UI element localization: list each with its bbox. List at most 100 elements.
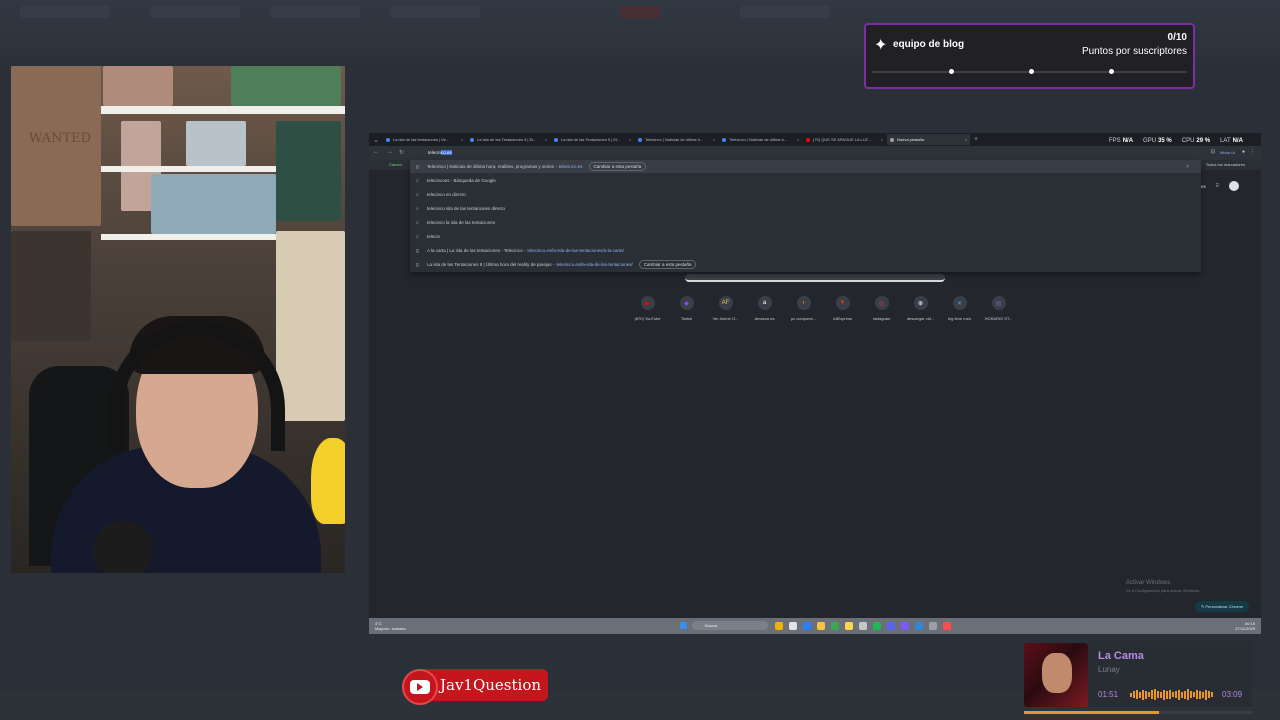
shortcut-tile[interactable]: ▶ (870) YouTube xyxy=(628,296,667,321)
audio-waveform xyxy=(1130,689,1216,700)
browser-tab[interactable]: (70) QUE SE APAGUE LA LUZ ... × xyxy=(803,134,886,145)
suggestion-url: telecinco.es/la-isla-de-las-tentaciones/… xyxy=(527,248,624,253)
omnibox-input[interactable]: telecinco.es xyxy=(428,150,452,155)
taskbar-app-icon[interactable] xyxy=(901,622,909,630)
suggestion-row[interactable]: ⌕ telecinco isla de las tentaciones direc… xyxy=(410,202,1201,215)
tab-favicon-icon xyxy=(470,137,474,142)
taskbar-search[interactable]: Buscar xyxy=(692,621,768,630)
customize-chrome-button[interactable]: ✎ Personalizar Chrome xyxy=(1194,601,1249,612)
tab-search-icon[interactable]: ⌄ xyxy=(369,136,383,144)
channel-handle: Jav1Question xyxy=(420,669,548,701)
weather-widget[interactable]: 4°C Mayorm. soleado xyxy=(375,621,406,631)
tab-strip: ⌄ La isla de las tentaciones | Ve... × La … xyxy=(369,133,1261,146)
bookmark-item[interactable]: Cameri xyxy=(389,162,402,167)
tab-close-icon[interactable]: × xyxy=(545,137,547,142)
all-bookmarks-button[interactable]: Todos los marcadores xyxy=(1206,162,1245,167)
suggestion-text: La isla de las Tentaciones 9 | Última ho… xyxy=(427,262,555,267)
suggestion-text: telecinco isla de las tentaciones direct… xyxy=(427,206,506,211)
mode-ia-button[interactable]: Modo IA xyxy=(1220,150,1235,155)
taskbar-app-icon[interactable] xyxy=(803,622,811,630)
menu-icon[interactable]: ⋮ xyxy=(1250,149,1255,155)
waveform-bar xyxy=(1199,690,1201,699)
poster-wanted-text: WANTED xyxy=(28,131,92,146)
waveform-bar xyxy=(1205,689,1207,700)
taskbar-app-icon[interactable] xyxy=(845,622,853,630)
taskbar-app-icon[interactable] xyxy=(831,622,839,630)
taskbar-app-icon[interactable] xyxy=(817,622,825,630)
tab-close-icon[interactable]: × xyxy=(965,137,967,142)
tab-close-icon[interactable]: × xyxy=(881,137,883,142)
taskbar-apps xyxy=(775,622,951,630)
browser-tab[interactable]: La Isla de las Tentaciones 9 | El... × xyxy=(467,134,550,145)
new-tab-button[interactable]: + xyxy=(974,136,978,143)
waveform-bar xyxy=(1208,691,1210,698)
taskbar-app-icon[interactable] xyxy=(915,622,923,630)
shortcut-tile[interactable]: ⊕ descargar vid... xyxy=(901,296,940,321)
shortcut-label: big time rush xyxy=(948,316,971,321)
total-duration: 03:09 xyxy=(1222,690,1243,699)
back-icon[interactable]: ← xyxy=(373,149,379,155)
avatar[interactable] xyxy=(1229,181,1239,191)
suggestion-row[interactable]: ⌕ telecinco en directo xyxy=(410,188,1201,201)
browser-tab[interactable]: La isla de las Tentaciones 9 | El... × xyxy=(551,134,634,145)
suggestion-row[interactable]: g Telecinco | Noticias de última hora, re… xyxy=(410,160,1201,173)
browser-tab[interactable]: La isla de las tentaciones | Ve... × xyxy=(383,134,466,145)
taskbar-app-icon[interactable] xyxy=(789,622,797,630)
remove-suggestion-icon[interactable]: × xyxy=(1186,164,1189,170)
browser-window: ⌄ La isla de las tentaciones | Ve... × La … xyxy=(369,133,1261,618)
waveform-bar xyxy=(1190,691,1192,698)
shortcut-icon: AF xyxy=(718,296,733,310)
search-icon: ⌕ xyxy=(416,233,419,240)
shortcut-tile[interactable]: ◆ Twitch xyxy=(667,296,706,321)
system-tray-clock[interactable]: 00:15 27/11/2025 xyxy=(1235,621,1255,631)
forward-icon[interactable]: → xyxy=(387,149,393,155)
profile-icon[interactable]: ● xyxy=(1242,149,1245,155)
tab-favicon-icon xyxy=(554,137,558,142)
browser-tab[interactable]: Telecinco | Noticias de última h... × xyxy=(719,134,802,145)
taskbar-app-icon[interactable] xyxy=(873,622,881,630)
tab-label: La isla de las Tentaciones 9 | El... xyxy=(561,137,621,142)
start-icon[interactable] xyxy=(680,622,687,629)
apps-grid-icon[interactable]: ⠿ xyxy=(1216,183,1219,189)
now-playing-widget: La Cama Lunay 01:51 03:09 xyxy=(1022,641,1252,717)
tab-label: (70) QUE SE APAGUE LA LUZ ... xyxy=(813,137,873,142)
taskbar-app-icon[interactable] xyxy=(929,622,937,630)
suggestion-text: telecinco la isla de las tentaciones xyxy=(427,220,496,225)
shortcut-tile[interactable]: ▤ HORARIO ST... xyxy=(979,296,1018,321)
taskbar-app-icon[interactable] xyxy=(775,622,783,630)
shortcut-tile[interactable]: ◎ Instagram xyxy=(862,296,901,321)
suggestion-row[interactable]: g La isla de las Tentaciones 9 | Última h… xyxy=(410,258,1201,271)
switch-tab-button[interactable]: Cambiar a esta pestaña xyxy=(638,260,697,269)
taskbar-app-icon[interactable] xyxy=(859,622,867,630)
waveform-bar xyxy=(1202,691,1204,698)
shortcut-tile[interactable]: ✕ big time rush xyxy=(940,296,979,321)
suggestion-row[interactable]: g A la carta | La isla de las tentaciones… xyxy=(410,244,1201,257)
waveform-bar xyxy=(1148,692,1150,697)
tab-favicon-icon xyxy=(890,137,894,142)
suggestion-text: telecinco en directo xyxy=(427,192,466,197)
song-artist: Lunay xyxy=(1098,665,1120,674)
shortcut-tile[interactable]: a Amazon.es xyxy=(745,296,784,321)
suggestion-url: telecinco.es/la-isla-de-las-tentaciones/ xyxy=(556,262,633,267)
taskbar-app-icon[interactable] xyxy=(887,622,895,630)
suggestion-row[interactable]: ⌕ telecin xyxy=(410,230,1201,243)
search-icon: ⌕ xyxy=(416,191,419,198)
shortcut-tile[interactable]: ◗ pc compone... xyxy=(784,296,823,321)
tab-close-icon[interactable]: × xyxy=(713,137,715,142)
microphone xyxy=(93,521,153,573)
suggestion-row[interactable]: ⌕ telecinco la isla de las tentaciones xyxy=(410,216,1201,229)
shortcut-label: pc compone... xyxy=(790,316,817,321)
taskbar-app-icon[interactable] xyxy=(943,622,951,630)
suggestion-row[interactable]: ⌕ telecincoes - Búsqueda de Google xyxy=(410,174,1201,187)
shortcut-tile[interactable]: AF Ver Anime O... xyxy=(706,296,745,321)
extension-icon[interactable]: ⊡ xyxy=(1211,149,1215,155)
tab-close-icon[interactable]: × xyxy=(629,137,631,142)
browser-tab[interactable]: Telecinco | Noticias de última h... × xyxy=(635,134,718,145)
tab-close-icon[interactable]: × xyxy=(461,137,463,142)
reload-icon[interactable]: ↻ xyxy=(399,149,404,156)
tab-close-icon[interactable]: × xyxy=(797,137,799,142)
switch-tab-button[interactable]: Cambiar a esta pestaña xyxy=(588,162,647,171)
shortcut-tile[interactable]: ▼ AliExpress xyxy=(823,296,862,321)
browser-tab[interactable]: Nueva pestaña × xyxy=(887,134,970,145)
ntp-search-box[interactable] xyxy=(685,274,945,282)
